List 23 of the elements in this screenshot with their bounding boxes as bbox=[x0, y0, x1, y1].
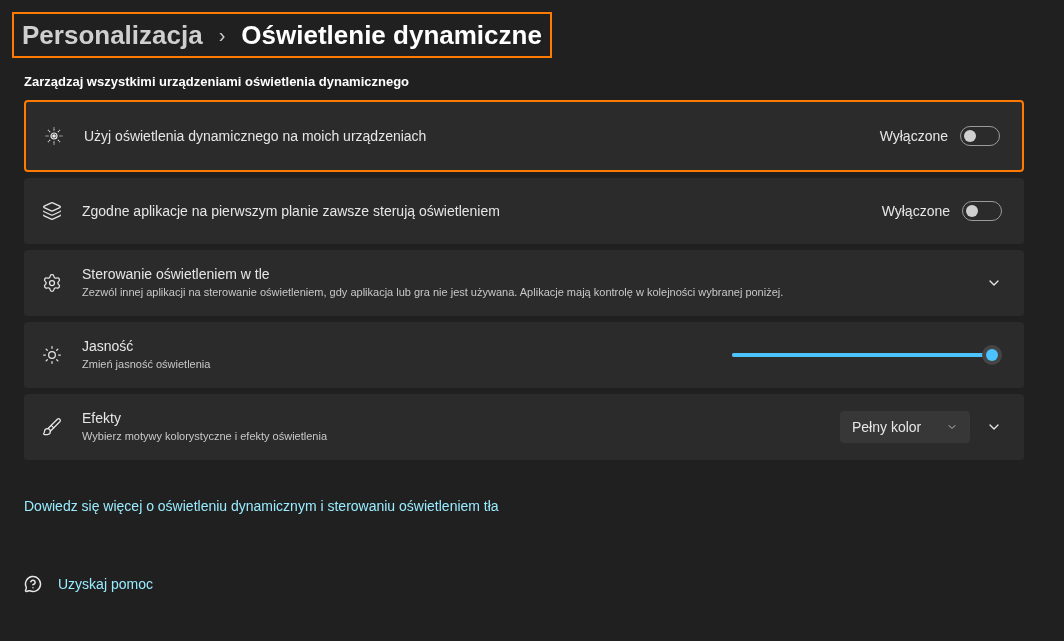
row-description: Wybierz motywy kolorystyczne i efekty oświetlenia bbox=[82, 429, 329, 445]
help-icon bbox=[24, 574, 42, 593]
layers-icon bbox=[42, 200, 62, 221]
section-title: Zarządzaj wszystkimi urządzeniami oświetlenia dynamicznego bbox=[24, 73, 411, 91]
row-title: Jasność bbox=[82, 337, 135, 357]
sun-icon bbox=[42, 344, 62, 365]
row-title: Zgodne aplikacje na pierwszym planie zawsze sterują oświetleniem bbox=[82, 201, 501, 221]
dropdown-select[interactable]: Pełny kolor bbox=[840, 410, 970, 443]
row-description: Zezwól innej aplikacji na sterowanie oświetleniem, gdy aplikacja lub gra nie jest używana. Aplikacje mają kontrolę w kolejności wybranej poniżej. bbox=[82, 285, 785, 301]
row-title: Sterowanie oświetleniem w tle bbox=[82, 265, 271, 285]
breadcrumb-parent[interactable]: Personalizacja bbox=[22, 15, 203, 55]
page-title: Oświetlenie dynamiczne bbox=[241, 18, 542, 52]
row-title: Efekty bbox=[82, 409, 122, 429]
learn-more-link[interactable]: Dowiedz się więcej o oświetleniu dynamicznym i sterowaniu oświetleniem tła bbox=[24, 495, 1024, 516]
settings-icon bbox=[42, 272, 62, 293]
breadcrumb-separator: › bbox=[218, 23, 226, 48]
row-description: Zmień jasność oświetlenia bbox=[82, 357, 212, 373]
brush-icon bbox=[42, 416, 62, 437]
light-burst-icon bbox=[44, 125, 64, 146]
row-title: Użyj oświetlenia dynamicznego na moich urządzeniach bbox=[84, 126, 428, 146]
help-link[interactable]: Uzyskaj pomoc bbox=[58, 573, 153, 594]
toggle-state-label: Wyłączone bbox=[881, 201, 950, 221]
toggle-state-label: Wyłączone bbox=[879, 126, 948, 146]
